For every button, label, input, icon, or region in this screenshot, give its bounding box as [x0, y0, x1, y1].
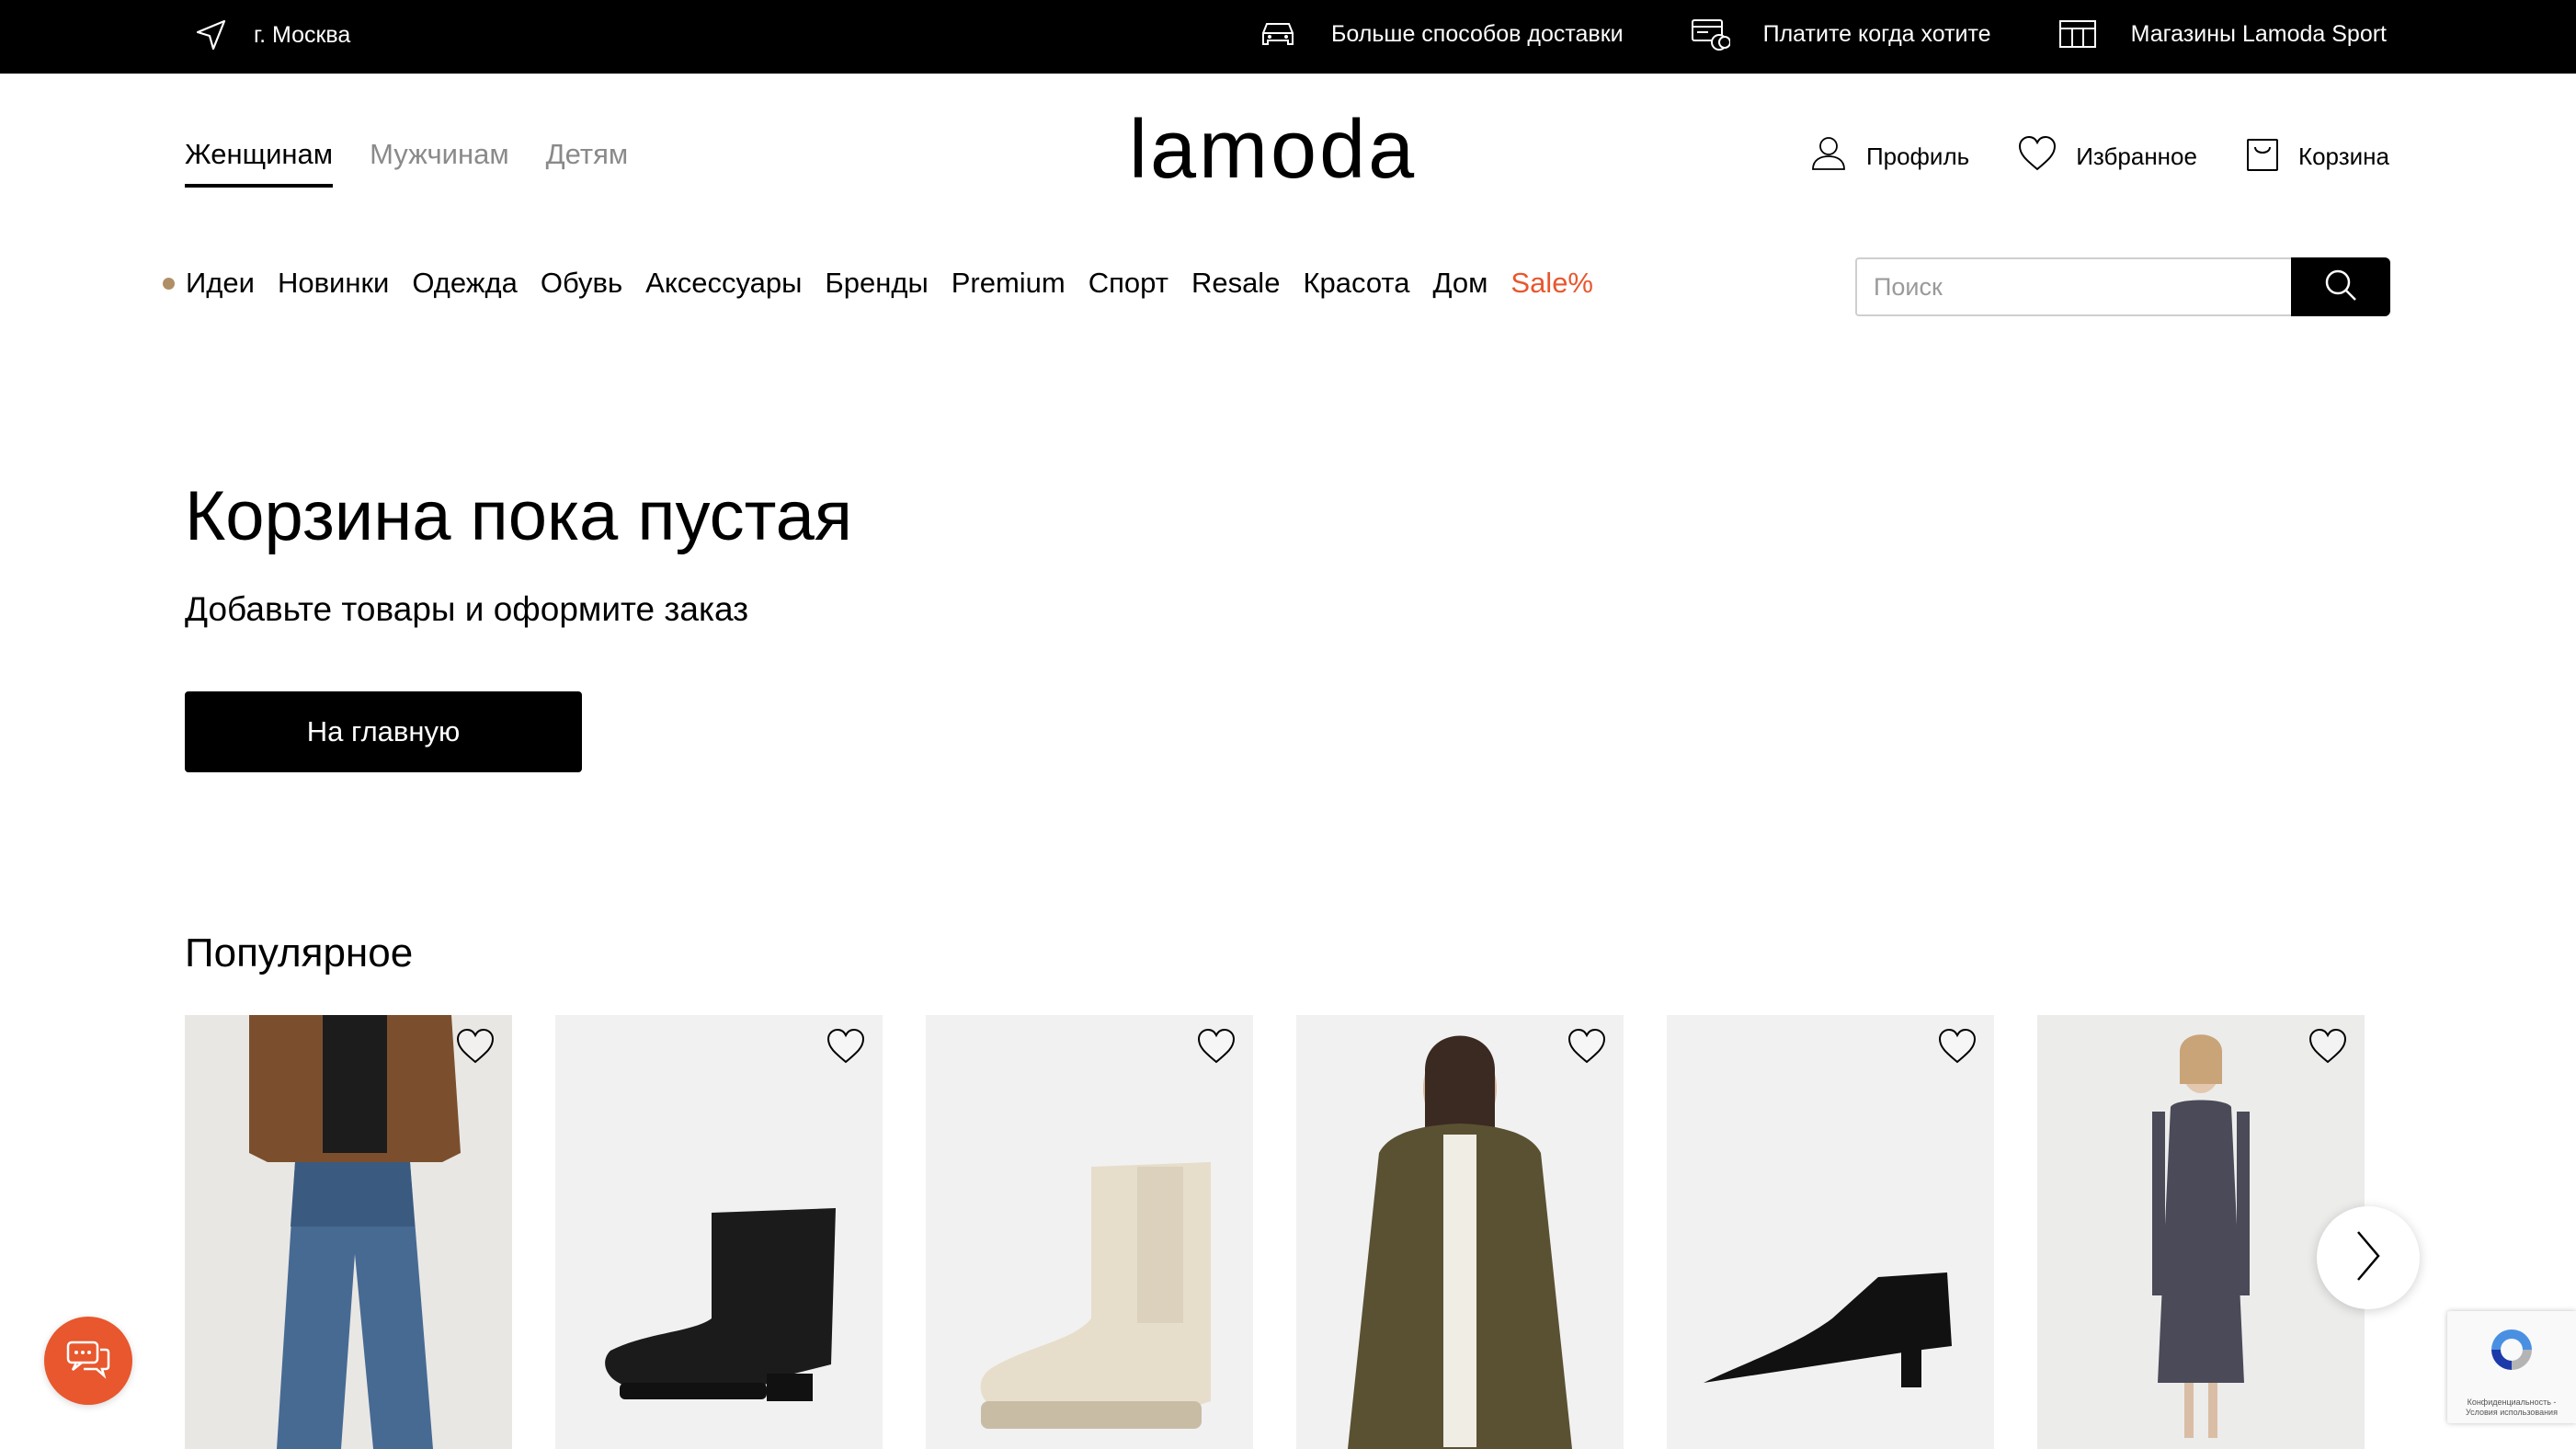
product-image — [1667, 1015, 1994, 1449]
nav-item-beauty[interactable]: Красота — [1303, 267, 1409, 300]
nav-item-sport[interactable]: Спорт — [1089, 267, 1168, 300]
nav-item-brands[interactable]: Бренды — [825, 267, 928, 300]
carousel-next-button[interactable] — [2317, 1206, 2420, 1309]
empty-cart-subtitle: Добавьте товары и оформите заказ — [185, 590, 749, 628]
shopping-bag-icon — [2245, 134, 2280, 179]
user-links: Профиль Избранное Корзина — [1809, 134, 2389, 179]
nav-item-ideas[interactable]: Идеи — [186, 267, 255, 300]
product-image — [185, 1015, 512, 1449]
favorite-heart-icon[interactable] — [2308, 1028, 2348, 1069]
product-image — [2037, 1015, 2365, 1449]
nav-item-premium[interactable]: Premium — [952, 267, 1066, 300]
payment-card-icon — [1690, 17, 1730, 51]
search-bar — [1855, 257, 2390, 316]
stores-label: Магазины Lamoda Sport — [2130, 20, 2387, 47]
product-image — [555, 1015, 883, 1449]
recaptcha-text[interactable]: Конфиденциальность - Условия использован… — [2453, 1398, 2570, 1418]
heart-icon — [2017, 135, 2057, 178]
city-selector[interactable]: г. Москва — [193, 17, 350, 53]
product-image — [1296, 1015, 1624, 1449]
favorite-heart-icon[interactable] — [1567, 1028, 1607, 1069]
catalog-nav: Идеи Новинки Одежда Обувь Аксессуары Бре… — [163, 267, 1616, 300]
nav-item-clothing[interactable]: Одежда — [412, 267, 517, 300]
tab-women[interactable]: Женщинам — [185, 138, 334, 188]
cart-link[interactable]: Корзина — [2245, 134, 2389, 179]
cart-label: Корзина — [2297, 143, 2389, 170]
pay-later-label: Платите когда хотите — [1762, 20, 1991, 47]
popular-section-title: Популярное — [185, 930, 414, 976]
popular-products-carousel — [185, 1015, 2576, 1449]
favorite-heart-icon[interactable] — [455, 1028, 496, 1069]
product-card[interactable] — [2037, 1015, 2365, 1449]
product-card[interactable] — [185, 1015, 512, 1449]
delivery-label: Больше способов доставки — [1331, 20, 1624, 47]
recaptcha-badge[interactable]: Конфиденциальность - Условия использован… — [2447, 1311, 2576, 1423]
nav-item-home[interactable]: Дом — [1432, 267, 1487, 300]
favorites-link[interactable]: Избранное — [2017, 135, 2197, 178]
tab-men[interactable]: Мужчинам — [370, 138, 509, 188]
pay-later-link[interactable]: Платите когда хотите — [1690, 17, 1991, 51]
search-icon — [2322, 267, 2359, 308]
nav-item-new[interactable]: Новинки — [278, 267, 389, 300]
profile-link[interactable]: Профиль — [1809, 134, 1969, 179]
stores-link[interactable]: Магазины Lamoda Sport — [2057, 17, 2387, 51]
tab-kids[interactable]: Детям — [546, 138, 629, 188]
favorite-heart-icon[interactable] — [1196, 1028, 1237, 1069]
nav-item-shoes[interactable]: Обувь — [541, 267, 622, 300]
user-icon — [1809, 134, 1848, 179]
search-input[interactable] — [1855, 257, 2291, 316]
delivery-link[interactable]: Больше способов доставки — [1258, 18, 1624, 50]
search-button[interactable] — [2291, 257, 2390, 316]
product-card[interactable] — [1296, 1015, 1624, 1449]
favorite-heart-icon[interactable] — [1937, 1028, 1978, 1069]
product-image — [926, 1015, 1253, 1449]
store-map-icon — [2057, 17, 2098, 51]
city-label: г. Москва — [254, 21, 351, 48]
recaptcha-logo-icon — [2486, 1324, 2537, 1380]
profile-label: Профиль — [1865, 143, 1970, 170]
location-arrow-icon — [193, 17, 230, 53]
go-home-button[interactable]: На главную — [185, 691, 582, 772]
top-info-bar: г. Москва Больше способов доставки Плати… — [0, 0, 2576, 74]
support-chat-button[interactable] — [44, 1317, 132, 1405]
car-icon — [1258, 18, 1298, 50]
product-card[interactable] — [1667, 1015, 1994, 1449]
nav-item-resale[interactable]: Resale — [1191, 267, 1281, 300]
nav-item-sale[interactable]: Sale% — [1510, 267, 1593, 300]
product-card[interactable] — [555, 1015, 883, 1449]
favorites-label: Избранное — [2076, 143, 2197, 170]
chevron-right-icon — [2354, 1228, 2382, 1288]
nav-item-accessories[interactable]: Аксессуары — [645, 267, 802, 300]
chat-bubbles-icon — [65, 1339, 111, 1384]
empty-cart-title: Корзина пока пустая — [185, 477, 853, 555]
ideas-dot-icon — [163, 277, 175, 290]
favorite-heart-icon[interactable] — [826, 1028, 866, 1069]
gender-tabs: Женщинам Мужчинам Детям — [185, 138, 628, 188]
lamoda-logo[interactable]: lamoda — [1129, 108, 1417, 191]
product-card[interactable] — [926, 1015, 1253, 1449]
